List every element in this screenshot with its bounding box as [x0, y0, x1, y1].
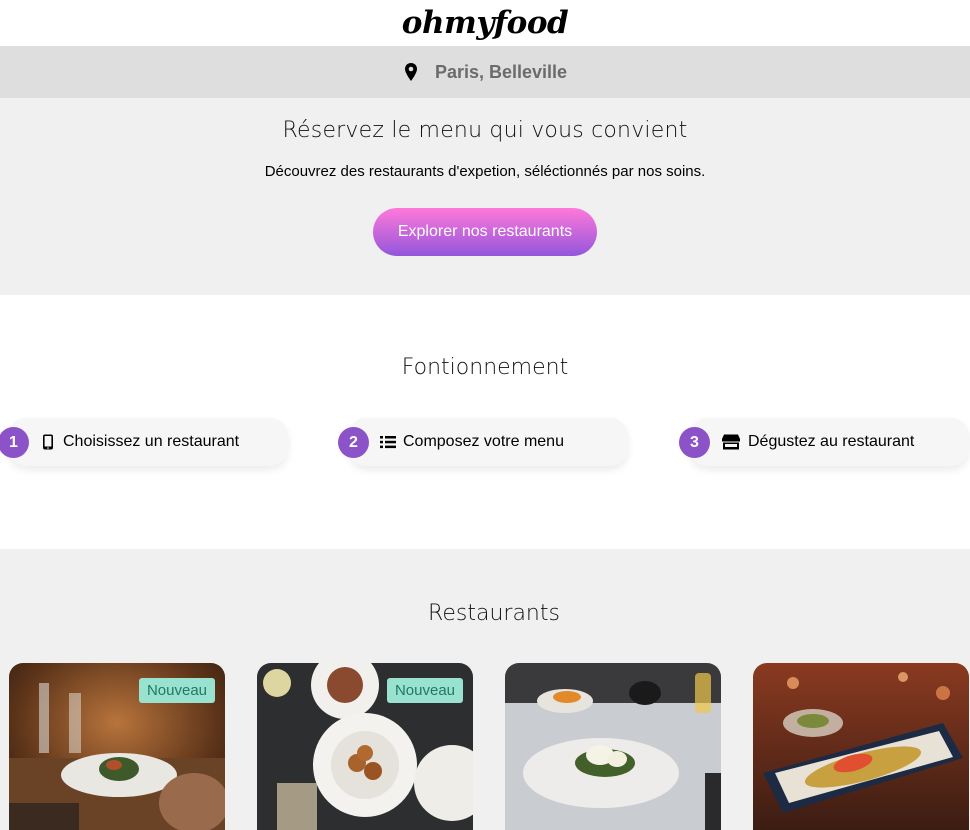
restaurants-section: Restaurants Nouveau Nouveau: [0, 549, 970, 830]
restaurant-card[interactable]: Nouveau: [9, 663, 225, 830]
restaurant-photo: [753, 663, 969, 830]
map-pin-icon: [403, 63, 419, 81]
step-label: Dégustez au restaurant: [748, 433, 915, 450]
step-compose-menu: 2 Composez votre menu: [338, 418, 628, 466]
new-badge: Nouveau: [138, 678, 215, 703]
logo[interactable]: ohmyfood: [402, 0, 569, 46]
hero-section: Réservez le menu qui vous convient Décou…: [0, 98, 970, 295]
step-number: 2: [338, 427, 369, 458]
restaurant-card[interactable]: Nouveau: [257, 663, 473, 830]
storefront-icon: [721, 434, 741, 450]
list-icon: [380, 434, 396, 450]
location-text: Paris, Belleville: [434, 61, 568, 82]
how-it-works-section: Fontionnement 1 Choisissez un restaurant…: [0, 295, 970, 549]
hero-subtitle: Découvrez des restaurants d'expetion, sé…: [264, 163, 706, 180]
step-number: 3: [679, 427, 710, 458]
step-label: Choisissez un restaurant: [63, 433, 240, 450]
explore-restaurants-button[interactable]: Explorer nos restaurants: [373, 208, 597, 256]
new-badge: Nouveau: [386, 678, 463, 703]
restaurant-card[interactable]: [753, 663, 969, 830]
step-taste-at-restaurant: 3 Dégustez au restaurant: [679, 418, 969, 466]
restaurant-photo: [505, 663, 721, 830]
restaurant-card[interactable]: [505, 663, 721, 830]
hero-title: Réservez le menu qui vous convient: [282, 118, 688, 143]
section-title: Fontionnement: [401, 355, 569, 380]
smartphone-icon: [40, 434, 56, 450]
step-label: Composez votre menu: [403, 433, 564, 450]
section-title: Restaurants: [428, 601, 560, 626]
location-bar: Paris, Belleville: [0, 46, 970, 98]
site-header: ohmyfood: [0, 0, 970, 46]
step-choose-restaurant: 1 Choisissez un restaurant: [0, 418, 288, 466]
step-number: 1: [0, 427, 29, 458]
